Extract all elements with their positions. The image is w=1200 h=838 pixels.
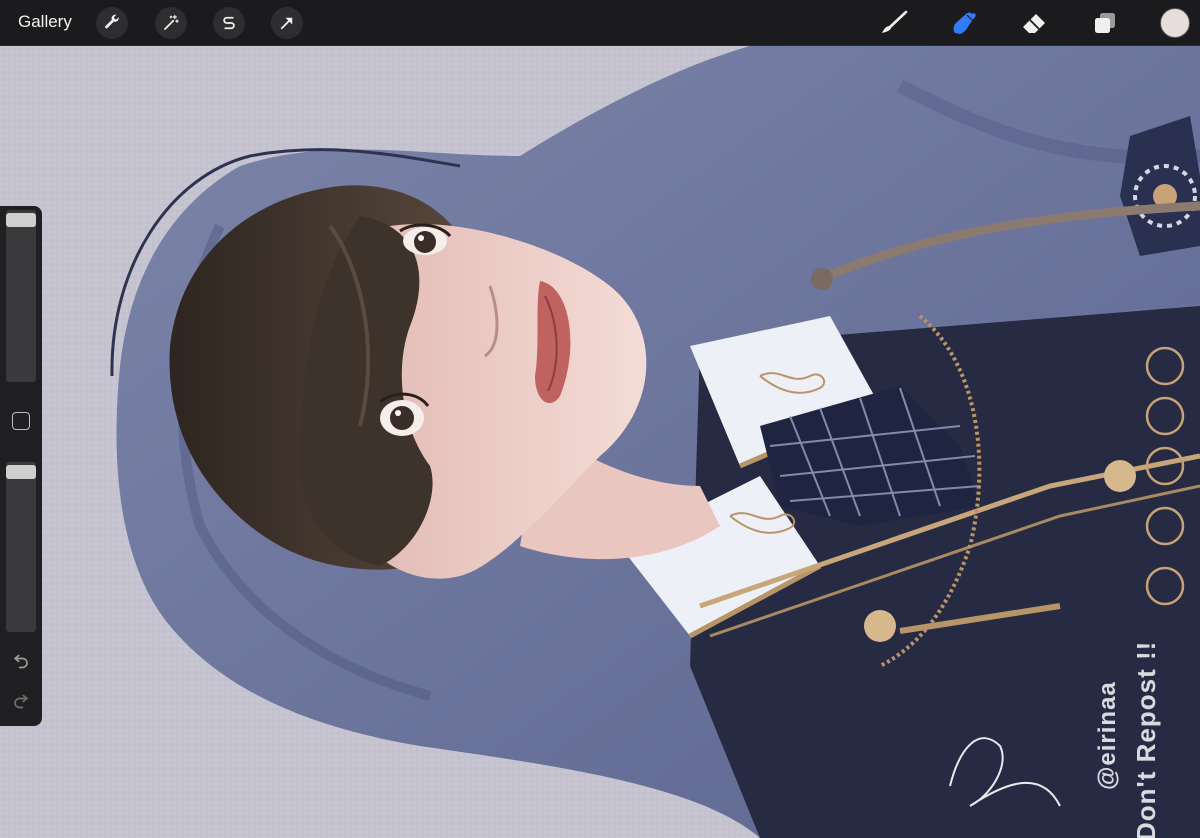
artwork-illustration — [0, 46, 1200, 838]
watermark-notice: Don't Repost !! — [1131, 640, 1161, 838]
drawing-canvas[interactable]: @eirinaa Don't Repost !! — [0, 46, 1200, 838]
undo-arrow-icon[interactable] — [9, 648, 33, 672]
selection-s-icon[interactable] — [213, 7, 245, 39]
top-toolbar: Gallery — [0, 0, 1200, 46]
square-modify-icon[interactable] — [12, 412, 30, 430]
brush-icon[interactable] — [877, 7, 911, 39]
gallery-button[interactable]: Gallery — [18, 11, 72, 33]
arrow-cursor-icon[interactable] — [271, 7, 303, 39]
brush-size-slider[interactable] — [6, 210, 36, 382]
opacity-slider[interactable] — [6, 462, 36, 632]
smudge-finger-icon[interactable] — [947, 7, 981, 39]
eraser-icon[interactable] — [1017, 7, 1051, 39]
opacity-slider-thumb[interactable] — [6, 465, 36, 479]
redo-arrow-icon[interactable] — [9, 688, 33, 712]
color-picker-swatch[interactable] — [1160, 8, 1190, 38]
brush-size-slider-thumb[interactable] — [6, 213, 36, 227]
watermark-handle: @eirinaa — [1094, 681, 1121, 790]
magic-wand-icon[interactable] — [155, 7, 187, 39]
wrench-icon[interactable] — [96, 7, 128, 39]
left-sidebar — [0, 206, 42, 726]
layers-icon[interactable] — [1088, 7, 1122, 39]
